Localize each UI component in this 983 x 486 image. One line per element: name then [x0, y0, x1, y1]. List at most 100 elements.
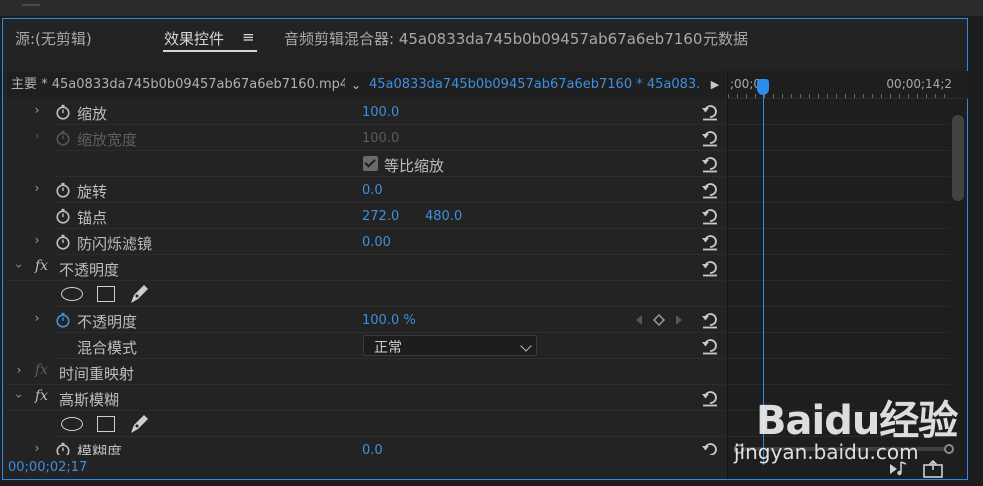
property-label: 缩放 — [77, 105, 108, 123]
current-timecode[interactable]: 00;00;02;17 — [8, 460, 87, 475]
blurriness-value[interactable]: 0.0 — [362, 443, 383, 455]
property-row-scale: › 缩放 100.0 — [7, 99, 725, 125]
pen-mask-icon[interactable] — [128, 283, 150, 305]
expand-chevron-icon[interactable]: › — [13, 363, 25, 377]
sequence-clip-label[interactable]: 45a0833da745b0b09457ab67a6eb7160 * 45a08… — [369, 71, 699, 99]
stopwatch-icon[interactable] — [55, 208, 71, 224]
expand-chevron-icon[interactable]: › — [31, 311, 43, 325]
zoom-scrollbar[interactable] — [734, 444, 954, 454]
effect-controls-panel: 源:(无剪辑) 效果控件 ≡ 音频剪辑混合器: 45a0833da745b0b0… — [2, 18, 968, 480]
property-row-anti-flicker: › 防闪烁滤镜 0.00 — [7, 229, 725, 255]
fx-toggle-icon[interactable]: fx — [35, 388, 48, 404]
expand-chevron-icon[interactable]: › — [31, 181, 43, 195]
property-label: 防闪烁滤镜 — [77, 235, 153, 253]
play-audio-icon[interactable] — [890, 461, 907, 476]
effect-timeline[interactable]: ;00;00 00;00;14;2 — [727, 71, 968, 479]
scale-value[interactable]: 100.0 — [362, 105, 399, 120]
effect-label: 时间重映射 — [59, 365, 135, 383]
property-label: 缩放宽度 — [77, 131, 138, 149]
reset-icon[interactable] — [701, 441, 719, 455]
rotation-value[interactable]: 0.0 — [362, 183, 383, 198]
stopwatch-icon[interactable] — [55, 182, 71, 198]
stopwatch-icon — [55, 130, 71, 146]
reset-icon[interactable] — [701, 337, 719, 355]
next-keyframe-icon[interactable] — [676, 315, 682, 325]
reset-icon[interactable] — [701, 389, 719, 407]
stopwatch-icon[interactable] — [55, 104, 71, 120]
reset-icon[interactable] — [701, 259, 719, 277]
ellipse-mask-icon[interactable] — [61, 417, 83, 431]
collapse-chevron-icon[interactable]: › — [12, 260, 26, 272]
reset-icon[interactable] — [701, 233, 719, 251]
effect-section-time-remap[interactable]: › fx 时间重映射 — [7, 359, 725, 385]
tab-effect-controls[interactable]: 效果控件 — [164, 28, 224, 49]
scale-width-value: 100.0 — [362, 131, 400, 146]
active-tab-underline — [163, 50, 257, 52]
stopwatch-icon[interactable] — [55, 234, 71, 250]
property-label: 模糊度 — [77, 443, 123, 455]
rectangle-mask-icon[interactable] — [97, 286, 115, 302]
anti-flicker-value[interactable]: 0.00 — [362, 235, 391, 250]
property-row-opacity: › 不透明度 100.0 % — [7, 307, 725, 333]
expand-chevron-icon[interactable]: › — [31, 441, 43, 455]
zoom-scrollbar-right-handle[interactable] — [944, 444, 954, 454]
effect-section-gaussian-blur[interactable]: › fx 高斯模糊 — [7, 385, 725, 411]
property-row-scale-width: › 缩放宽度 100.0 — [7, 125, 725, 151]
reset-icon[interactable] — [701, 181, 719, 199]
tab-source[interactable]: 源:(无剪辑) — [15, 28, 92, 49]
blend-mode-value: 正常 — [374, 340, 402, 356]
export-frame-icon[interactable] — [923, 459, 943, 478]
panel-footer: 00;00;02;17 — [3, 455, 725, 479]
expand-chevron-icon[interactable]: › — [31, 233, 43, 247]
reset-icon[interactable] — [701, 129, 719, 147]
add-keyframe-icon[interactable] — [652, 313, 666, 327]
property-row-blend-mode: 混合模式 正常 — [7, 333, 725, 359]
ellipse-mask-icon[interactable] — [61, 287, 83, 301]
master-clip-label[interactable]: 主要 * 45a0833da745b0b09457ab67a6eb7160.mp… — [9, 71, 345, 99]
panel-grip-icon[interactable] — [22, 0, 40, 6]
expand-chevron-icon[interactable]: › — [31, 103, 43, 117]
reset-icon[interactable] — [701, 103, 719, 121]
property-label: 旋转 — [77, 183, 108, 201]
reset-icon[interactable] — [701, 207, 719, 225]
keyframe-navigator — [636, 313, 682, 327]
reset-icon[interactable] — [701, 311, 719, 329]
pen-mask-icon[interactable] — [128, 413, 150, 435]
effect-label: 不透明度 — [59, 261, 120, 279]
property-row-rotation: › 旋转 0.0 — [7, 177, 725, 203]
prev-keyframe-icon[interactable] — [636, 315, 642, 325]
ruler-end-time: 00;00;14;2 — [886, 77, 952, 91]
anchor-y-value[interactable]: 480.0 — [425, 209, 462, 224]
vertical-scrollbar[interactable] — [952, 115, 964, 201]
clip-selector-bar: 主要 * 45a0833da745b0b09457ab67a6eb7160.mp… — [7, 71, 725, 99]
toggle-timeline-icon[interactable]: ▶ — [706, 71, 724, 99]
expand-chevron-icon[interactable]: › — [31, 129, 43, 143]
property-row-blurriness: › 模糊度 0.0 — [7, 437, 725, 455]
playhead-line — [763, 95, 764, 465]
stopwatch-icon[interactable] — [55, 442, 71, 455]
effect-section-opacity[interactable]: › fx 不透明度 — [7, 255, 725, 281]
stopwatch-active-icon[interactable] — [55, 312, 71, 328]
property-row-anchor: 锚点 272.0 480.0 — [7, 203, 725, 229]
fx-toggle-icon[interactable]: fx — [35, 258, 48, 274]
timeline-rows — [728, 99, 950, 459]
mask-tools-row — [7, 411, 725, 437]
playhead-handle[interactable] — [757, 79, 769, 95]
reset-icon[interactable] — [701, 155, 719, 173]
rectangle-mask-icon[interactable] — [97, 416, 115, 432]
property-label: 不透明度 — [77, 313, 138, 331]
property-row-uniform-scale: 等比缩放 — [7, 151, 725, 177]
blend-mode-select[interactable]: 正常 — [363, 335, 537, 356]
fx-toggle-icon[interactable]: fx — [35, 362, 48, 378]
opacity-value[interactable]: 100.0 % — [362, 313, 416, 328]
panel-menu-icon[interactable]: ≡ — [242, 28, 255, 46]
tab-metadata[interactable]: 元数据 — [703, 28, 748, 49]
uniform-scale-checkbox[interactable] — [363, 156, 378, 171]
anchor-x-value[interactable]: 272.0 — [362, 209, 399, 224]
tab-audio-clip-mixer[interactable]: 音频剪辑混合器: 45a0833da745b0b09457ab67a6eb716… — [284, 28, 702, 49]
zoom-scrollbar-track — [740, 447, 948, 451]
chevron-down-icon — [520, 340, 532, 352]
clip-dropdown-icon[interactable]: ⌄ — [347, 71, 365, 99]
zoom-scrollbar-left-handle[interactable] — [734, 444, 744, 454]
collapse-chevron-icon[interactable]: › — [12, 390, 26, 402]
